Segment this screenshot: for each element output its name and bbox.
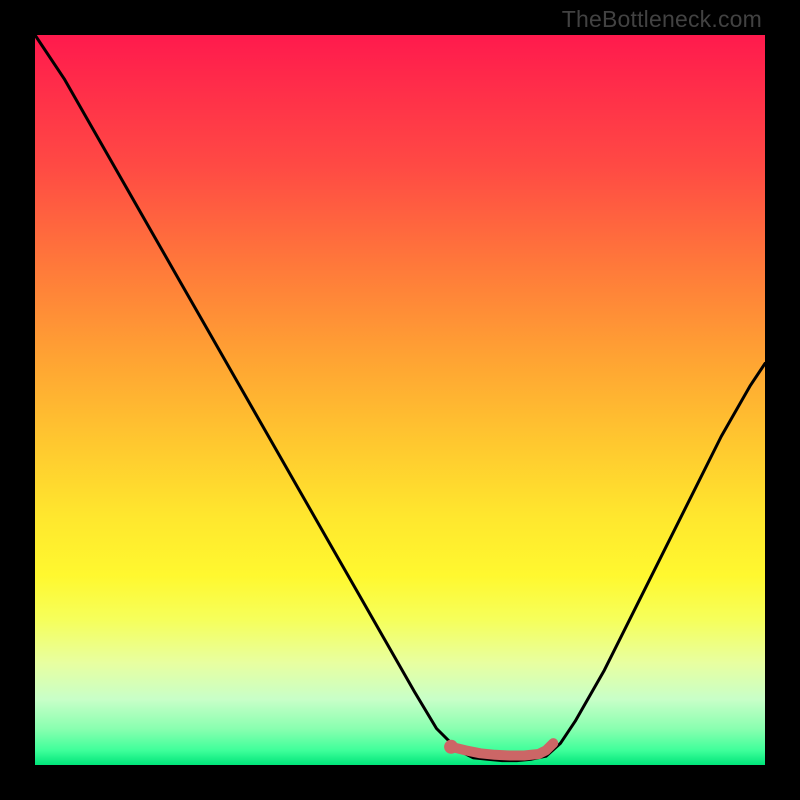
watermark-text: TheBottleneck.com bbox=[562, 6, 762, 33]
chart-frame: TheBottleneck.com bbox=[0, 0, 800, 800]
optimal-point-marker bbox=[444, 740, 458, 754]
curve-layer bbox=[35, 35, 765, 765]
bottleneck-curve bbox=[35, 35, 765, 761]
highlight-segment bbox=[451, 743, 553, 755]
plot-area bbox=[35, 35, 765, 765]
